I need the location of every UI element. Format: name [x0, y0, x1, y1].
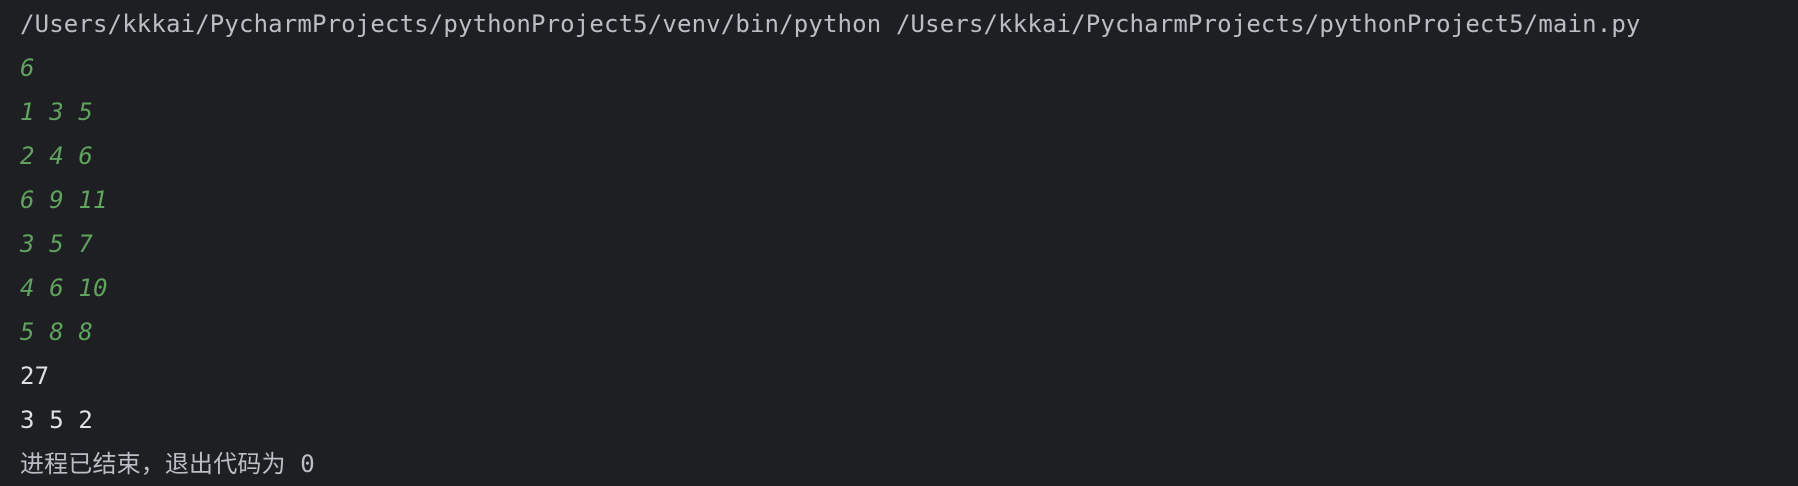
user-input-line: 2 4 6: [20, 142, 93, 170]
program-output-line: 3 5 2: [20, 406, 93, 434]
run-command-line: /Users/kkkai/PycharmProjects/pythonProje…: [20, 10, 1641, 38]
user-input-line: 3 5 7: [20, 230, 93, 258]
user-input-line: 1 3 5: [20, 98, 93, 126]
user-input-line: 5 8 8: [20, 318, 93, 346]
user-input-line: 4 6 10: [20, 274, 108, 302]
user-input-line: 6 9 11: [20, 186, 108, 214]
process-exit-message: 进程已结束，退出代码为 0: [20, 450, 315, 478]
program-output-line: 27: [20, 362, 50, 390]
user-input-line: 6: [20, 54, 35, 82]
run-console-output[interactable]: /Users/kkkai/PycharmProjects/pythonProje…: [0, 0, 1798, 484]
